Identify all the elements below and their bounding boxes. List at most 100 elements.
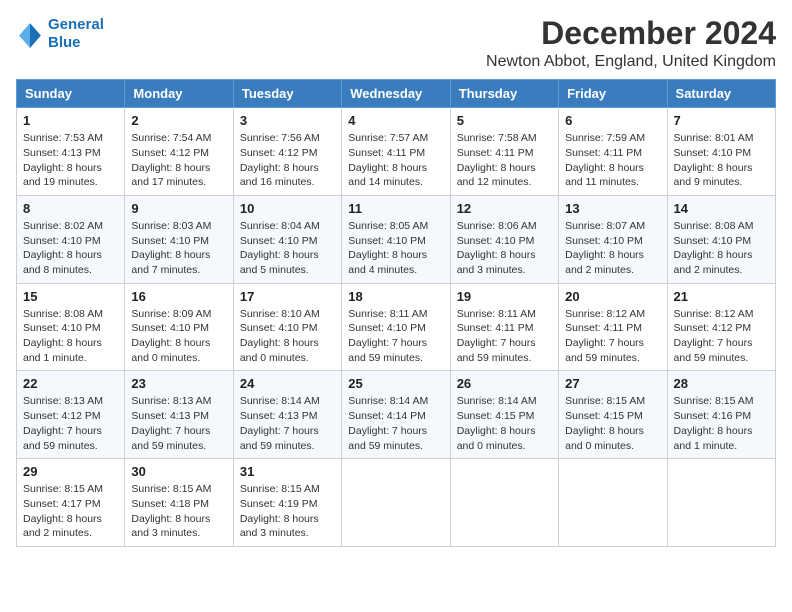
day-cell: 6 Sunrise: 7:59 AM Sunset: 4:11 PM Dayli…	[559, 108, 667, 196]
sunrise-text: Sunrise: 8:13 AM	[131, 394, 226, 409]
sunrise-text: Sunrise: 8:09 AM	[131, 307, 226, 322]
day-number: 23	[131, 376, 226, 391]
logo-line1: General	[48, 16, 104, 33]
day-cell: 23 Sunrise: 8:13 AM Sunset: 4:13 PM Dayl…	[125, 371, 233, 459]
day-info: Sunrise: 8:07 AM Sunset: 4:10 PM Dayligh…	[565, 219, 660, 278]
daylight-text: Daylight: 7 hours and 59 minutes.	[348, 424, 443, 453]
daylight-text: Daylight: 7 hours and 59 minutes.	[240, 424, 335, 453]
subtitle: Newton Abbot, England, United Kingdom	[486, 53, 776, 71]
sunset-text: Sunset: 4:10 PM	[457, 234, 552, 249]
day-number: 30	[131, 464, 226, 479]
sunset-text: Sunset: 4:10 PM	[565, 234, 660, 249]
day-number: 11	[348, 201, 443, 216]
day-number: 27	[565, 376, 660, 391]
daylight-text: Daylight: 8 hours and 5 minutes.	[240, 248, 335, 277]
sunrise-text: Sunrise: 8:02 AM	[23, 219, 118, 234]
day-info: Sunrise: 8:11 AM Sunset: 4:11 PM Dayligh…	[457, 307, 552, 366]
day-cell: 20 Sunrise: 8:12 AM Sunset: 4:11 PM Dayl…	[559, 283, 667, 371]
day-number: 17	[240, 289, 335, 304]
daylight-text: Daylight: 8 hours and 1 minute.	[674, 424, 769, 453]
day-number: 16	[131, 289, 226, 304]
day-cell: 30 Sunrise: 8:15 AM Sunset: 4:18 PM Dayl…	[125, 459, 233, 547]
header-saturday: Saturday	[667, 80, 775, 108]
daylight-text: Daylight: 8 hours and 16 minutes.	[240, 161, 335, 190]
sunset-text: Sunset: 4:13 PM	[23, 146, 118, 161]
day-number: 20	[565, 289, 660, 304]
daylight-text: Daylight: 7 hours and 59 minutes.	[674, 336, 769, 365]
sunset-text: Sunset: 4:10 PM	[348, 321, 443, 336]
header-tuesday: Tuesday	[233, 80, 341, 108]
daylight-text: Daylight: 7 hours and 59 minutes.	[348, 336, 443, 365]
day-number: 15	[23, 289, 118, 304]
page-header: General Blue December 2024 Newton Abbot,…	[16, 16, 776, 71]
day-cell: 3 Sunrise: 7:56 AM Sunset: 4:12 PM Dayli…	[233, 108, 341, 196]
daylight-text: Daylight: 8 hours and 4 minutes.	[348, 248, 443, 277]
day-info: Sunrise: 7:54 AM Sunset: 4:12 PM Dayligh…	[131, 131, 226, 190]
day-cell: 17 Sunrise: 8:10 AM Sunset: 4:10 PM Dayl…	[233, 283, 341, 371]
day-cell	[342, 459, 450, 547]
day-number: 25	[348, 376, 443, 391]
sunrise-text: Sunrise: 8:10 AM	[240, 307, 335, 322]
day-info: Sunrise: 8:09 AM Sunset: 4:10 PM Dayligh…	[131, 307, 226, 366]
sunrise-text: Sunrise: 8:15 AM	[240, 482, 335, 497]
day-info: Sunrise: 8:06 AM Sunset: 4:10 PM Dayligh…	[457, 219, 552, 278]
day-number: 19	[457, 289, 552, 304]
sunset-text: Sunset: 4:12 PM	[240, 146, 335, 161]
sunset-text: Sunset: 4:10 PM	[240, 321, 335, 336]
sunrise-text: Sunrise: 7:53 AM	[23, 131, 118, 146]
sunset-text: Sunset: 4:11 PM	[457, 146, 552, 161]
day-info: Sunrise: 8:15 AM Sunset: 4:17 PM Dayligh…	[23, 482, 118, 541]
daylight-text: Daylight: 8 hours and 3 minutes.	[240, 512, 335, 541]
sunset-text: Sunset: 4:12 PM	[131, 146, 226, 161]
sunset-text: Sunset: 4:12 PM	[23, 409, 118, 424]
calendar-table: SundayMondayTuesdayWednesdayThursdayFrid…	[16, 79, 776, 547]
sunset-text: Sunset: 4:15 PM	[565, 409, 660, 424]
day-cell: 4 Sunrise: 7:57 AM Sunset: 4:11 PM Dayli…	[342, 108, 450, 196]
header-thursday: Thursday	[450, 80, 558, 108]
title-block: December 2024 Newton Abbot, England, Uni…	[486, 16, 776, 71]
sunset-text: Sunset: 4:11 PM	[565, 321, 660, 336]
sunset-text: Sunset: 4:15 PM	[457, 409, 552, 424]
day-cell: 27 Sunrise: 8:15 AM Sunset: 4:15 PM Dayl…	[559, 371, 667, 459]
day-cell: 2 Sunrise: 7:54 AM Sunset: 4:12 PM Dayli…	[125, 108, 233, 196]
day-number: 6	[565, 113, 660, 128]
sunset-text: Sunset: 4:10 PM	[131, 321, 226, 336]
sunrise-text: Sunrise: 8:06 AM	[457, 219, 552, 234]
day-number: 21	[674, 289, 769, 304]
day-number: 18	[348, 289, 443, 304]
daylight-text: Daylight: 8 hours and 0 minutes.	[565, 424, 660, 453]
sunset-text: Sunset: 4:10 PM	[23, 321, 118, 336]
day-info: Sunrise: 8:15 AM Sunset: 4:15 PM Dayligh…	[565, 394, 660, 453]
sunrise-text: Sunrise: 8:15 AM	[674, 394, 769, 409]
sunset-text: Sunset: 4:13 PM	[131, 409, 226, 424]
day-number: 13	[565, 201, 660, 216]
daylight-text: Daylight: 8 hours and 0 minutes.	[131, 336, 226, 365]
day-cell: 12 Sunrise: 8:06 AM Sunset: 4:10 PM Dayl…	[450, 195, 558, 283]
day-info: Sunrise: 8:14 AM Sunset: 4:14 PM Dayligh…	[348, 394, 443, 453]
day-cell	[667, 459, 775, 547]
day-cell	[450, 459, 558, 547]
logo-line2: Blue	[48, 34, 104, 52]
daylight-text: Daylight: 8 hours and 9 minutes.	[674, 161, 769, 190]
daylight-text: Daylight: 7 hours and 59 minutes.	[565, 336, 660, 365]
sunrise-text: Sunrise: 8:14 AM	[240, 394, 335, 409]
sunset-text: Sunset: 4:10 PM	[23, 234, 118, 249]
day-info: Sunrise: 8:15 AM Sunset: 4:16 PM Dayligh…	[674, 394, 769, 453]
sunset-text: Sunset: 4:12 PM	[674, 321, 769, 336]
day-number: 12	[457, 201, 552, 216]
sunset-text: Sunset: 4:11 PM	[348, 146, 443, 161]
day-cell: 31 Sunrise: 8:15 AM Sunset: 4:19 PM Dayl…	[233, 459, 341, 547]
header-sunday: Sunday	[17, 80, 125, 108]
day-info: Sunrise: 7:57 AM Sunset: 4:11 PM Dayligh…	[348, 131, 443, 190]
week-row-2: 8 Sunrise: 8:02 AM Sunset: 4:10 PM Dayli…	[17, 195, 776, 283]
sunset-text: Sunset: 4:17 PM	[23, 497, 118, 512]
day-number: 7	[674, 113, 769, 128]
logo-icon	[16, 20, 44, 48]
daylight-text: Daylight: 8 hours and 2 minutes.	[23, 512, 118, 541]
sunrise-text: Sunrise: 8:15 AM	[23, 482, 118, 497]
day-info: Sunrise: 8:13 AM Sunset: 4:12 PM Dayligh…	[23, 394, 118, 453]
day-info: Sunrise: 7:53 AM Sunset: 4:13 PM Dayligh…	[23, 131, 118, 190]
day-cell: 5 Sunrise: 7:58 AM Sunset: 4:11 PM Dayli…	[450, 108, 558, 196]
sunset-text: Sunset: 4:10 PM	[674, 234, 769, 249]
calendar-header-row: SundayMondayTuesdayWednesdayThursdayFrid…	[17, 80, 776, 108]
